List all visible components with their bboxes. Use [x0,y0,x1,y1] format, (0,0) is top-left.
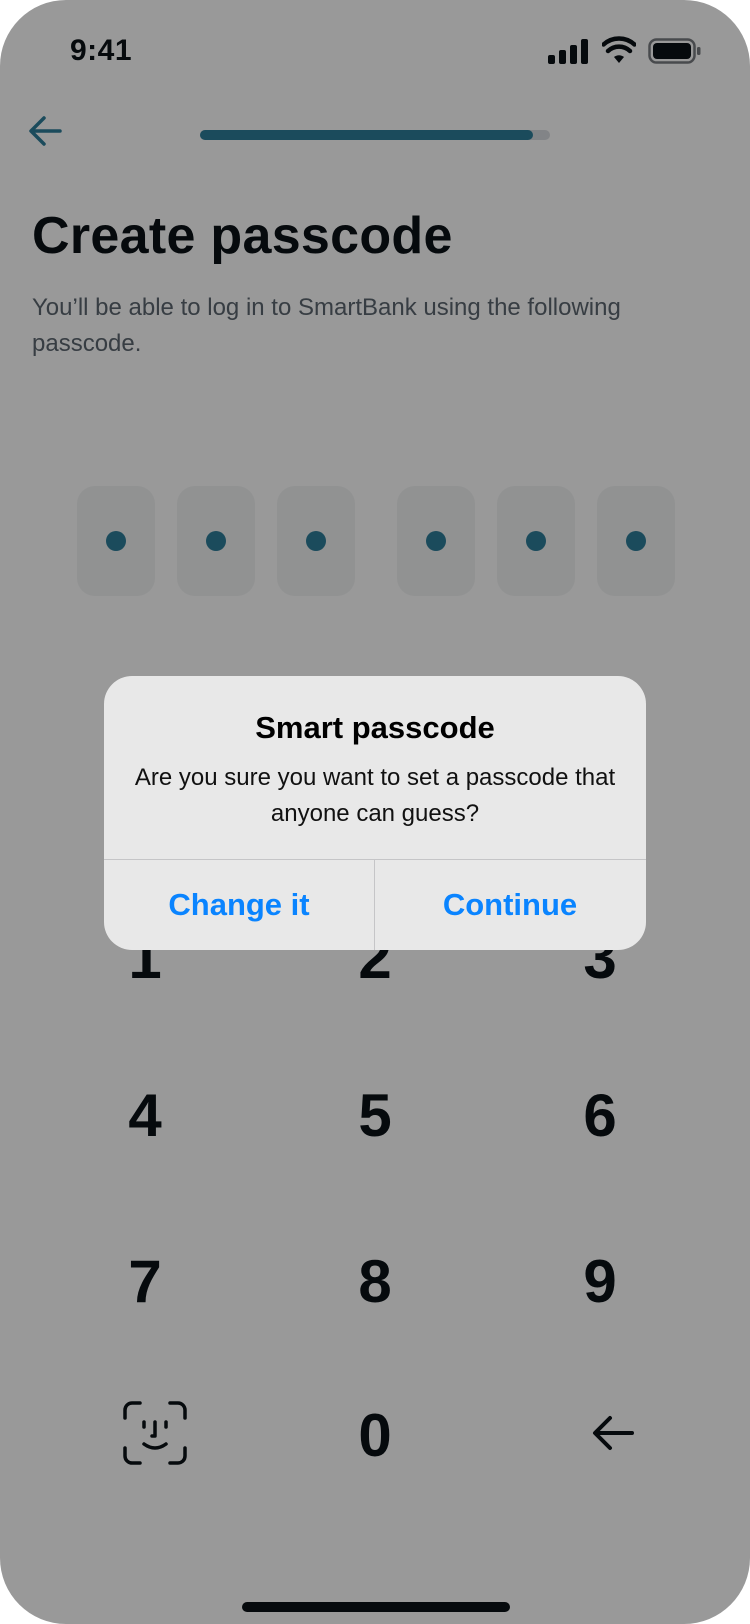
alert-message: Are you sure you want to set a passcode … [134,764,616,827]
progress-fill [200,130,533,140]
continue-button[interactable]: Continue [375,860,645,950]
alert-title: Smart passcode [255,710,495,745]
face-id-button[interactable] [75,1388,235,1478]
passcode-digit-box [177,486,255,596]
backspace-icon [593,1416,634,1450]
home-indicator [242,1602,510,1612]
passcode-dot [106,531,126,551]
passcode-digit-box [597,486,675,596]
page-subtitle: You’ll be able to log in to SmartBank us… [32,294,621,357]
passcode-dot [306,531,326,551]
wifi-icon [602,36,636,63]
key-0[interactable]: 0 [295,1390,455,1480]
signal-icon [548,38,588,64]
passcode-dot [526,531,546,551]
passcode-dot [426,531,446,551]
page-title: Create passcode [32,207,453,265]
passcode-digit-box [77,486,155,596]
passcode-dot [206,531,226,551]
key-9[interactable]: 9 [520,1236,680,1326]
key-6[interactable]: 6 [520,1070,680,1160]
progress-bar [200,130,550,140]
passcode-digit-box [397,486,475,596]
passcode-digit-box [497,486,575,596]
back-arrow-icon[interactable] [26,112,64,150]
battery-icon [648,38,701,64]
status-bar: 9:41 [0,0,750,100]
key-5[interactable]: 5 [295,1070,455,1160]
change-it-button[interactable]: Change it [104,860,374,950]
alert-dialog: Smart passcode Are you sure you want to … [104,676,646,950]
screen: 9:41 Create passcode You’ll be able to l… [0,0,750,1624]
key-8[interactable]: 8 [295,1236,455,1326]
key-4[interactable]: 4 [65,1070,225,1160]
backspace-button[interactable] [533,1388,693,1478]
status-time: 9:41 [70,34,133,67]
key-7[interactable]: 7 [65,1236,225,1326]
passcode-dot [626,531,646,551]
face-id-icon [123,1401,187,1465]
passcode-digit-box [277,486,355,596]
